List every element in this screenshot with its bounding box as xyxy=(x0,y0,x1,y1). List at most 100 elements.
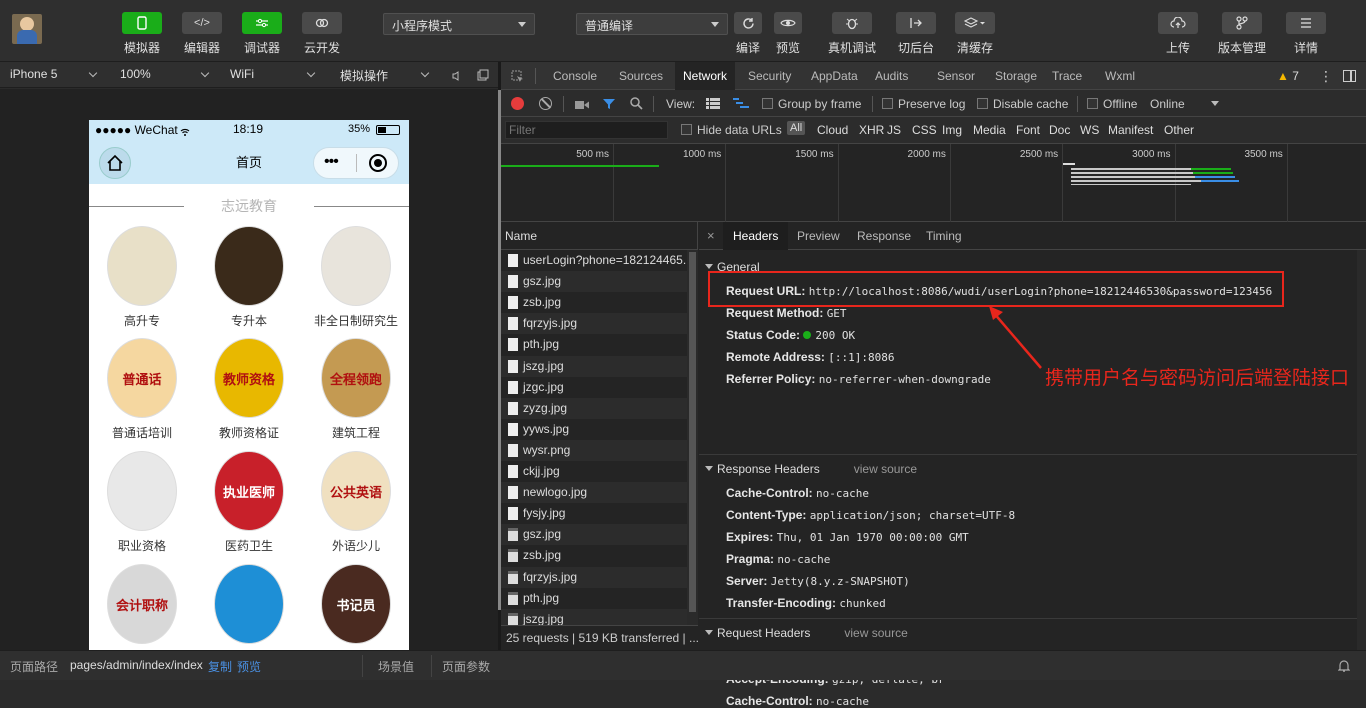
compile-button[interactable]: 编译 xyxy=(734,12,762,56)
remote-debug-button[interactable]: 真机调试 xyxy=(828,12,876,56)
request-row[interactable]: wysr.png xyxy=(501,439,687,461)
request-row[interactable]: gsz.jpg xyxy=(501,524,687,546)
waterfall-view-icon[interactable] xyxy=(733,98,749,109)
request-row[interactable]: ckjj.jpg xyxy=(501,461,687,482)
tab-sources[interactable]: Sources xyxy=(611,62,671,90)
filter-type-doc[interactable]: Doc xyxy=(1049,123,1070,137)
category-item[interactable]: 高升专 xyxy=(92,226,192,329)
tab-sensor[interactable]: Sensor xyxy=(929,62,983,90)
compile-select[interactable]: 普通编译 xyxy=(576,13,728,35)
filter-type-cloud[interactable]: Cloud xyxy=(817,123,848,137)
kebab-menu-icon[interactable]: ⋮ xyxy=(1319,68,1333,85)
request-headers-section-header[interactable]: Request Headers view source xyxy=(705,626,908,640)
dock-icon[interactable] xyxy=(1343,70,1356,82)
category-item[interactable]: 执业医师 医药卫生 xyxy=(199,451,299,554)
request-row[interactable]: jzgc.jpg xyxy=(501,377,687,398)
request-row[interactable]: zsb.jpg xyxy=(501,545,687,566)
tab-trace[interactable]: Trace xyxy=(1044,62,1090,90)
category-item[interactable]: 书记员 xyxy=(306,564,406,650)
filter-type-ws[interactable]: WS xyxy=(1080,123,1099,137)
capsule-button[interactable]: ••• xyxy=(313,147,399,179)
warning-indicator[interactable]: ▲ 7 xyxy=(1277,69,1299,83)
tab-audits[interactable]: Audits xyxy=(867,62,916,90)
request-row[interactable]: fysjy.jpg xyxy=(501,503,687,524)
popout-icon[interactable] xyxy=(477,69,489,81)
clear-icon[interactable] xyxy=(539,97,552,110)
clear-cache-button[interactable]: 清缓存 xyxy=(955,12,995,56)
tab-network[interactable]: Network xyxy=(675,62,736,90)
cloud-dev-button[interactable]: 云开发 xyxy=(302,12,342,56)
category-item[interactable]: 教师资格 教师资格证 xyxy=(199,338,299,441)
simulator-button[interactable]: 模拟器 xyxy=(122,12,162,56)
tab-console[interactable]: Console xyxy=(545,62,605,90)
filter-type-img[interactable]: Img xyxy=(942,123,962,137)
filter-type-css[interactable]: CSS xyxy=(912,123,937,137)
detail-tab-headers[interactable]: Headers xyxy=(723,222,789,250)
request-list-scrollbar[interactable] xyxy=(687,250,698,625)
hide-data-urls-checkbox[interactable]: Hide data URLs xyxy=(681,123,782,137)
request-row[interactable]: zyzg.jpg xyxy=(501,397,687,419)
user-avatar[interactable] xyxy=(12,14,42,44)
request-view-source-link[interactable]: view source xyxy=(844,626,907,640)
request-row[interactable]: pth.jpg xyxy=(501,334,687,355)
request-row[interactable]: zsb.jpg xyxy=(501,292,687,313)
request-row[interactable]: pth.jpg xyxy=(501,588,687,609)
list-view-icon[interactable] xyxy=(706,98,720,109)
upload-button[interactable]: 上传 xyxy=(1158,12,1198,56)
category-item[interactable]: 会计职称 xyxy=(92,564,192,650)
filter-type-js[interactable]: JS xyxy=(887,123,901,137)
filter-type-all[interactable]: All xyxy=(787,121,806,135)
network-timeline[interactable]: 500 ms 1000 ms 1500 ms 2000 ms 2500 ms 3000 m… xyxy=(501,144,1366,222)
offline-checkbox[interactable]: Offline xyxy=(1087,97,1137,111)
operation-select[interactable]: 模拟操作 xyxy=(340,67,432,84)
copy-link[interactable]: 复制 xyxy=(208,658,232,675)
detail-scrollbar[interactable] xyxy=(1357,250,1366,650)
camera-icon[interactable] xyxy=(575,99,589,109)
scene-value-button[interactable]: 场景值 xyxy=(378,658,414,675)
request-row[interactable]: fqrzyjs.jpg xyxy=(501,566,687,588)
filter-type-media[interactable]: Media xyxy=(973,123,1006,137)
group-by-frame-checkbox[interactable]: Group by frame xyxy=(762,97,861,111)
page-params-button[interactable]: 页面参数 xyxy=(442,658,490,675)
network-select[interactable]: WiFi xyxy=(230,67,322,81)
editor-button[interactable]: </> 编辑器 xyxy=(182,12,222,56)
detail-tab-timing[interactable]: Timing xyxy=(918,222,970,250)
preserve-log-checkbox[interactable]: Preserve log xyxy=(882,97,965,111)
preview-link[interactable]: 预览 xyxy=(237,658,261,675)
filter-type-manifest[interactable]: Manifest xyxy=(1108,123,1153,137)
close-mini-program-icon[interactable] xyxy=(369,154,387,172)
disable-cache-checkbox[interactable]: Disable cache xyxy=(977,97,1068,111)
zoom-select[interactable]: 100% xyxy=(120,67,212,81)
request-row[interactable]: jszg.jpg xyxy=(501,355,687,377)
more-icon[interactable]: ••• xyxy=(324,153,339,171)
filter-input[interactable] xyxy=(505,121,668,139)
version-button[interactable]: 版本管理 xyxy=(1218,12,1266,56)
category-item[interactable]: 职业资格 xyxy=(92,451,192,554)
detail-tab-response[interactable]: Response xyxy=(849,222,919,250)
inspect-icon[interactable] xyxy=(511,70,524,83)
tab-security[interactable]: Security xyxy=(740,62,799,90)
tab-wxml[interactable]: Wxml xyxy=(1097,62,1143,90)
debugger-button[interactable]: 调试器 xyxy=(242,12,282,56)
response-view-source-link[interactable]: view source xyxy=(854,462,917,476)
request-row[interactable]: fqrzyjs.jpg xyxy=(501,313,687,335)
search-icon[interactable] xyxy=(630,97,643,110)
request-row[interactable]: yyws.jpg xyxy=(501,419,687,440)
request-row[interactable]: userLogin?phone=182124465... xyxy=(501,250,687,271)
request-row[interactable]: gsz.jpg xyxy=(501,271,687,293)
category-item[interactable]: 非全日制研究生 xyxy=(306,226,406,329)
category-item[interactable] xyxy=(199,564,299,650)
category-item[interactable]: 公共英语 外语少儿 xyxy=(306,451,406,554)
filter-type-font[interactable]: Font xyxy=(1016,123,1040,137)
throttling-select[interactable]: Online xyxy=(1150,97,1220,111)
preview-button[interactable]: 预览 xyxy=(774,12,802,56)
details-button[interactable]: 详情 xyxy=(1286,12,1326,56)
filter-icon[interactable] xyxy=(603,98,615,110)
device-select[interactable]: iPhone 5 xyxy=(10,67,102,81)
tab-storage[interactable]: Storage xyxy=(987,62,1045,90)
close-icon[interactable]: × xyxy=(707,228,715,243)
name-column-header[interactable]: Name xyxy=(501,222,698,250)
category-item[interactable]: 专升本 xyxy=(199,226,299,329)
filter-type-xhr[interactable]: XHR xyxy=(859,123,884,137)
filter-type-other[interactable]: Other xyxy=(1164,123,1194,137)
